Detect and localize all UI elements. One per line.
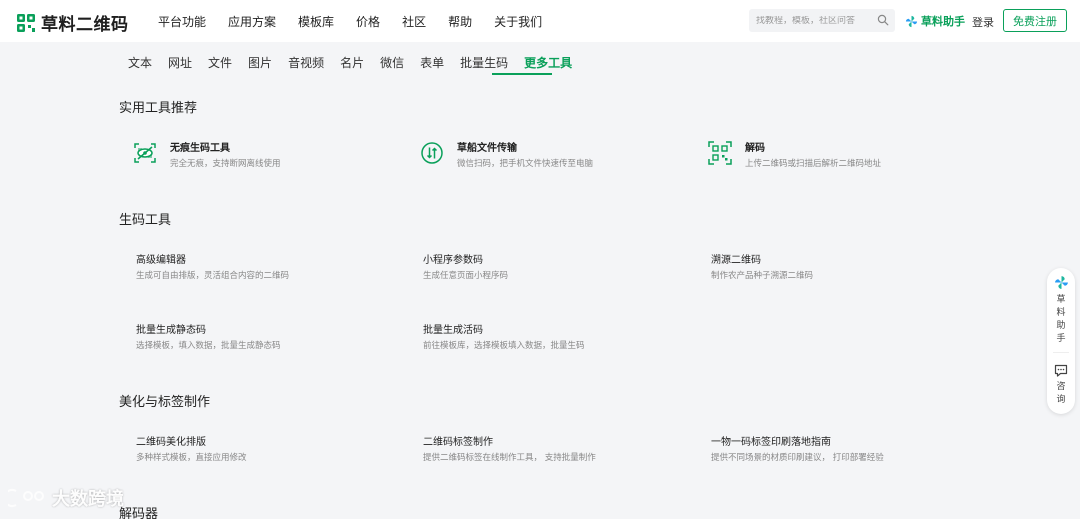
card-desc: 提供不同场景的材质印刷建议， 打印部署经验: [711, 453, 884, 463]
card-title: 小程序参数码: [423, 255, 483, 266]
tab-business-card[interactable]: 名片: [340, 54, 364, 74]
chat-bubble-icon: [1054, 364, 1068, 377]
nav-item-about[interactable]: 关于我们: [494, 13, 542, 30]
nav-item-platform[interactable]: 平台功能: [158, 13, 206, 30]
logo-text: 草料二维码: [41, 15, 129, 35]
side-assistant-button[interactable]: 草料助手: [1047, 275, 1075, 346]
card-desc: 选择模板，填入数据，批量生成静态码: [136, 341, 281, 351]
pinwheel-icon: [905, 15, 918, 27]
transfer-arrows-icon: [421, 142, 443, 164]
search-box: [749, 9, 895, 32]
card-title: 草船文件传输: [457, 143, 517, 154]
main-nav: 平台功能 应用方案 模板库 价格 社区 帮助 关于我们: [158, 13, 564, 30]
assistant-label: 草料助手: [921, 15, 965, 28]
card-desc: 生成可自由排版，灵活组合内容的二维码: [136, 271, 290, 281]
tab-more-tools[interactable]: 更多工具: [524, 54, 572, 74]
card-desc: 提供二维码标签在线制作工具， 支持批量制作: [423, 453, 596, 463]
card-title: 一物一码标签印刷落地指南: [711, 437, 831, 448]
card-title: 二维码美化排版: [136, 437, 206, 448]
register-button[interactable]: 免费注册: [1003, 9, 1067, 32]
section-title-generate: 生码工具: [119, 213, 172, 228]
watermark-logo-icon: [8, 489, 44, 507]
card-desc: 上传二维码或扫描后解析二维码地址: [745, 159, 882, 169]
card-desc: 制作农产品种子溯源二维码: [711, 271, 814, 281]
tab-image[interactable]: 图片: [248, 54, 272, 74]
search-input[interactable]: [756, 15, 874, 26]
eye-off-qr-icon: [134, 143, 156, 163]
side-assistant-label: 草料助手: [1056, 295, 1066, 344]
watermark: 大数跨境: [8, 485, 124, 511]
card-desc: 生成任意页面小程序码: [423, 271, 509, 281]
nav-item-templates[interactable]: 模板库: [298, 13, 334, 30]
card-title: 高级编辑器: [136, 255, 186, 266]
card-title: 溯源二维码: [711, 255, 761, 266]
tab-file[interactable]: 文件: [208, 54, 232, 74]
nav-item-community[interactable]: 社区: [402, 13, 426, 30]
card-title: 批量生成活码: [423, 325, 483, 336]
section-title-beautify: 美化与标签制作: [119, 395, 211, 410]
card-title: 无痕生码工具: [170, 143, 230, 154]
tab-form[interactable]: 表单: [420, 54, 444, 74]
watermark-text: 大数跨境: [52, 489, 124, 510]
card-title: 解码: [745, 143, 765, 154]
tool-tabs: 文本 网址 文件 图片 音视频 名片 微信 表单 批量生码 更多工具: [128, 54, 588, 74]
assistant-link[interactable]: 草料助手: [905, 13, 965, 29]
nav-item-pricing[interactable]: 价格: [356, 13, 380, 30]
card-desc: 微信扫码，把手机文件快速传至电脑: [457, 159, 594, 169]
card-title: 二维码标签制作: [423, 437, 493, 448]
pinwheel-icon: [1054, 276, 1068, 289]
tab-url[interactable]: 网址: [168, 54, 192, 74]
active-tab-indicator: [492, 73, 552, 75]
logo[interactable]: 草料二维码: [16, 10, 129, 35]
tab-text[interactable]: 文本: [128, 54, 152, 74]
qr-scan-icon: [708, 141, 732, 165]
section-title-decoder: 解码器: [119, 507, 159, 519]
tab-audio-video[interactable]: 音视频: [288, 54, 324, 74]
card-desc: 前往模板库，选择模板填入数据，批量生码: [423, 341, 585, 351]
search-icon[interactable]: [877, 14, 889, 26]
tab-batch[interactable]: 批量生码: [460, 54, 508, 74]
top-header: 草料二维码 平台功能 应用方案 模板库 价格 社区 帮助 关于我们 草料助手 登…: [0, 0, 1080, 42]
tab-wechat[interactable]: 微信: [380, 54, 404, 74]
side-consult-button[interactable]: 咨询: [1047, 364, 1075, 407]
card-desc: 完全无痕，支持断网离线使用: [170, 159, 281, 169]
side-divider: [1053, 352, 1069, 353]
logo-icon: [17, 13, 35, 32]
nav-item-solutions[interactable]: 应用方案: [228, 13, 276, 30]
card-title: 批量生成静态码: [136, 325, 206, 336]
section-title-recommended: 实用工具推荐: [119, 101, 198, 116]
side-float-toolbar: 草料助手 咨询: [1047, 268, 1075, 414]
side-consult-label: 咨询: [1056, 382, 1066, 405]
login-link[interactable]: 登录: [972, 14, 994, 30]
card-desc: 多种样式模板，直接应用修改: [136, 453, 247, 463]
nav-item-help[interactable]: 帮助: [448, 13, 472, 30]
